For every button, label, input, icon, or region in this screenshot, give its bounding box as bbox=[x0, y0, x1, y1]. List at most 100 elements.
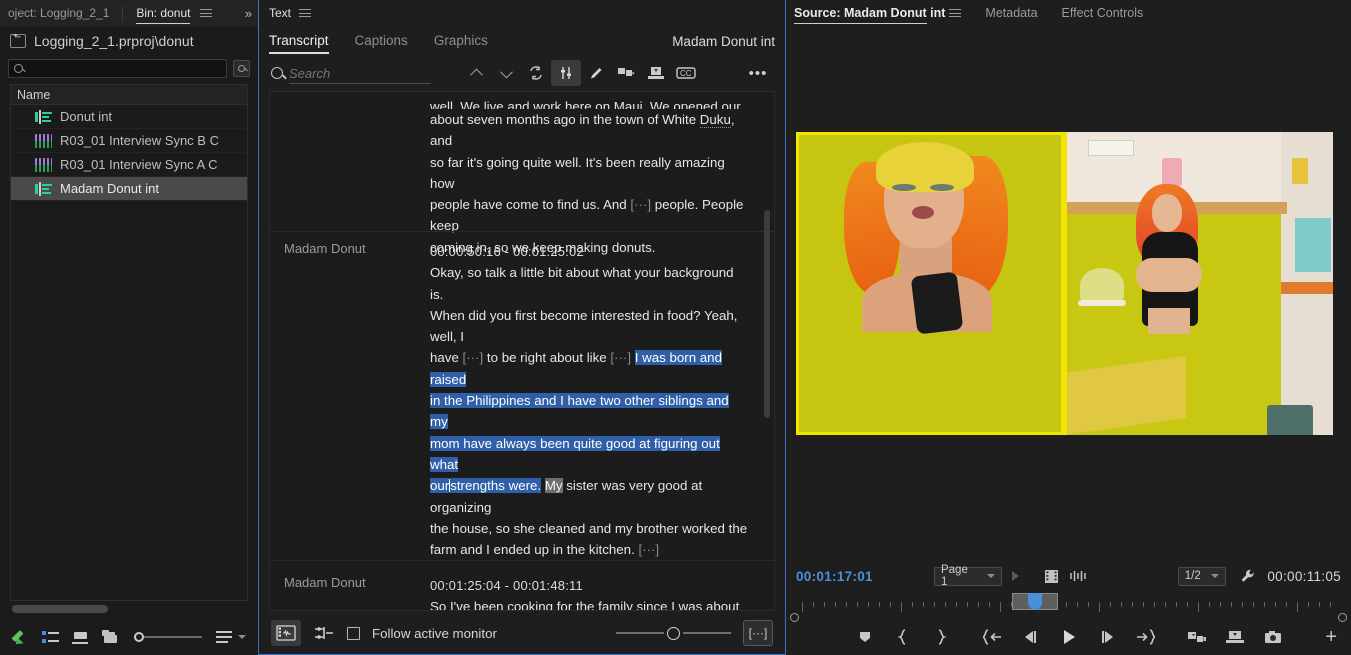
transcript-block-selected[interactable]: Madam Donut 00:00:50:16 - 00:01:25:02 Ok… bbox=[270, 241, 774, 560]
transcript-scrollbar-thumb[interactable] bbox=[764, 210, 770, 418]
transcript-search-input[interactable] bbox=[289, 65, 441, 81]
list-item[interactable]: Donut int bbox=[11, 105, 247, 129]
slider-track-right[interactable] bbox=[683, 632, 731, 634]
panel-menu-icon[interactable] bbox=[949, 9, 962, 18]
search-icon bbox=[14, 63, 23, 73]
go-to-in-icon[interactable] bbox=[974, 622, 1012, 652]
tab-source-monitor[interactable]: Source: Madam Donut int bbox=[794, 0, 945, 27]
sort-icon[interactable] bbox=[216, 631, 247, 643]
edit-pencil-icon[interactable] bbox=[12, 629, 28, 646]
prev-result-icon[interactable] bbox=[461, 60, 491, 86]
follow-active-monitor-checkbox[interactable] bbox=[347, 626, 360, 640]
project-path-label: Logging_2_1.prproj\donut bbox=[34, 32, 194, 49]
insert-icon[interactable] bbox=[1178, 622, 1216, 652]
zoom-slider-track[interactable] bbox=[144, 636, 203, 638]
transcript-toolbar: CC ••• bbox=[259, 55, 785, 91]
tab-metadata[interactable]: Metadata bbox=[985, 0, 1037, 27]
page-select-value: Page 1 bbox=[940, 564, 968, 588]
text-subtabs: Transcript Captions Graphics Madam Donut… bbox=[259, 27, 785, 55]
tab-captions[interactable]: Captions bbox=[355, 27, 408, 55]
slider-knob[interactable] bbox=[667, 626, 680, 640]
step-forward-icon[interactable] bbox=[1088, 622, 1126, 652]
tab-effect-controls[interactable]: Effect Controls bbox=[1062, 0, 1144, 27]
tab-transcript[interactable]: Transcript bbox=[269, 27, 329, 55]
font-size-slider[interactable] bbox=[616, 626, 731, 640]
more-options-button[interactable]: [···] bbox=[743, 620, 773, 646]
transcript-text[interactable]: 00:00:50:16 - 00:01:25:02 Okay, so talk … bbox=[430, 241, 774, 560]
transcript-body[interactable]: well. We live and work here on Maui. We … bbox=[269, 91, 775, 611]
freeform-view-icon[interactable] bbox=[102, 630, 120, 644]
export-frame-icon[interactable] bbox=[1254, 622, 1292, 652]
export-transcript-icon[interactable] bbox=[641, 60, 671, 86]
transcript-text[interactable]: 00:01:25:04 - 00:01:48:11 So I've been c… bbox=[430, 575, 774, 610]
list-item[interactable]: R03_01 Interview Sync B C bbox=[11, 129, 247, 153]
source-monitor-transport: + bbox=[786, 619, 1351, 655]
text-panel-tabbar: Text bbox=[259, 0, 785, 27]
refresh-transcript-icon[interactable] bbox=[521, 60, 551, 86]
mark-in-icon[interactable] bbox=[884, 622, 922, 652]
list-view-icon[interactable] bbox=[42, 630, 60, 644]
add-marker-icon[interactable] bbox=[846, 622, 884, 652]
page-select[interactable]: Page 1 bbox=[933, 564, 1002, 588]
transcript-markers-icon[interactable] bbox=[1069, 570, 1087, 583]
cc-icon[interactable]: CC bbox=[671, 60, 701, 86]
transcript-timecode[interactable]: 00:00:50:16 - 00:01:25:02 bbox=[430, 241, 750, 262]
zoom-slider[interactable] bbox=[134, 632, 203, 642]
tab-project[interactable]: oject: Logging_2_1 bbox=[0, 0, 117, 27]
video-frame-right-image bbox=[1064, 132, 1333, 435]
playback-resolution-icon[interactable] bbox=[1044, 569, 1059, 584]
panel-menu-icon[interactable] bbox=[299, 9, 312, 18]
more-tabs-icon[interactable]: » bbox=[245, 6, 252, 21]
project-search-box[interactable] bbox=[8, 58, 227, 78]
transcript-settings-icon[interactable] bbox=[551, 60, 581, 86]
video-frame-left-image bbox=[796, 132, 1064, 435]
source-monitor-stage[interactable] bbox=[786, 27, 1351, 559]
navigate-up-icon[interactable] bbox=[10, 32, 26, 48]
mark-out-icon[interactable] bbox=[922, 622, 960, 652]
zoom-level-select[interactable]: 1/2 bbox=[1177, 566, 1226, 586]
tab-bin-donut[interactable]: Bin: donut bbox=[128, 0, 198, 27]
more-options-icon[interactable]: ••• bbox=[743, 60, 773, 86]
play-stop-icon[interactable] bbox=[1050, 622, 1088, 652]
create-captions-icon[interactable] bbox=[611, 60, 641, 86]
settings-wrench-icon[interactable] bbox=[1240, 568, 1256, 584]
find-button[interactable] bbox=[233, 59, 250, 77]
video-preview-area[interactable] bbox=[796, 132, 1333, 435]
duration-timecode[interactable]: 00:00:11:05 bbox=[1267, 569, 1341, 584]
current-timecode[interactable]: 00:01:17:01 bbox=[796, 569, 873, 584]
video-frame-left[interactable] bbox=[796, 132, 1064, 435]
list-item[interactable]: R03_01 Interview Sync A C bbox=[11, 153, 247, 177]
transcript-timecode[interactable]: 00:01:25:04 - 00:01:48:11 bbox=[430, 575, 750, 596]
list-item-selected[interactable]: Madam Donut int bbox=[11, 177, 247, 201]
time-ruler[interactable] bbox=[802, 602, 1335, 612]
button-editor-icon[interactable]: + bbox=[1325, 627, 1337, 647]
video-frame-right[interactable] bbox=[1064, 132, 1333, 435]
next-page-icon[interactable] bbox=[1011, 571, 1019, 581]
transcript-clip-icon[interactable] bbox=[271, 620, 301, 646]
transcript-search-box[interactable] bbox=[289, 61, 441, 85]
transcript-text[interactable]: well. We live and work here on Maui. We … bbox=[430, 96, 774, 258]
merge-clips-icon[interactable] bbox=[313, 625, 335, 641]
next-result-icon[interactable] bbox=[491, 60, 521, 86]
slider-track-left[interactable] bbox=[616, 632, 664, 634]
chevron-down-icon[interactable] bbox=[238, 635, 247, 639]
panel-menu-icon[interactable] bbox=[200, 9, 213, 18]
edit-transcript-icon[interactable] bbox=[581, 60, 611, 86]
step-back-icon[interactable] bbox=[1012, 622, 1050, 652]
overwrite-icon[interactable] bbox=[1216, 622, 1254, 652]
source-monitor-scrubber[interactable] bbox=[786, 593, 1351, 622]
scrollbar-thumb[interactable] bbox=[12, 605, 108, 613]
project-horizontal-scrollbar[interactable] bbox=[10, 601, 248, 619]
zoom-slider-knob[interactable] bbox=[134, 632, 145, 642]
playhead[interactable] bbox=[1028, 593, 1042, 610]
project-search-input[interactable] bbox=[27, 62, 221, 74]
icon-view-icon[interactable] bbox=[72, 631, 89, 644]
search-icon[interactable] bbox=[271, 67, 283, 79]
transcript-block[interactable]: well. We live and work here on Maui. We … bbox=[270, 96, 774, 258]
go-to-out-icon[interactable] bbox=[1126, 622, 1164, 652]
transcript-block[interactable]: Madam Donut 00:01:25:04 - 00:01:48:11 So… bbox=[270, 575, 774, 610]
project-panel-tabbar: oject: Logging_2_1 Bin: donut » bbox=[0, 0, 258, 27]
column-header-name[interactable]: Name bbox=[11, 85, 247, 105]
tab-text[interactable]: Text bbox=[269, 0, 291, 27]
tab-graphics[interactable]: Graphics bbox=[434, 27, 488, 55]
